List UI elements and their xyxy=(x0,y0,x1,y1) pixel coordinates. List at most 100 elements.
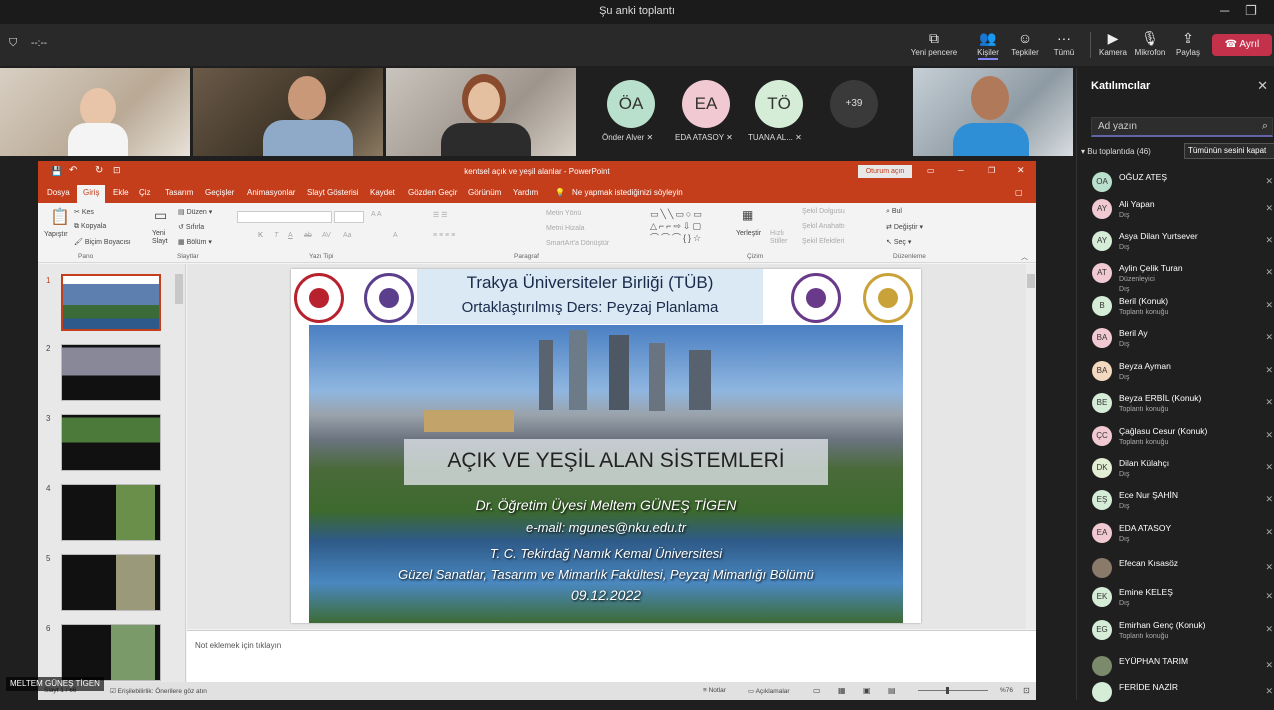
participant-row[interactable]: AY Asya Dilan Yurtsever Dış ✕ xyxy=(1077,227,1274,259)
canvas-scrollbar[interactable] xyxy=(1026,264,1036,629)
tab-transitions[interactable]: Geçişler xyxy=(205,188,234,197)
close-icon[interactable]: ✕ xyxy=(1257,78,1268,94)
participant-row[interactable]: BA Beyza Ayman Dış ✕ xyxy=(1077,357,1274,389)
shapes-gallery[interactable]: ▭╲╲▭○▭ △⌐⌐⇨⇩▢ ⌒⌒⌒{}☆ xyxy=(650,208,730,246)
video-tile-3[interactable] xyxy=(386,68,576,156)
shape-fill-button[interactable]: Şekil Dolgusu xyxy=(802,208,845,215)
slide-thumbnail-3[interactable] xyxy=(61,414,161,471)
participant-row[interactable]: EK Emine KELEŞ Dış ✕ xyxy=(1077,583,1274,615)
participant-row[interactable]: EŞ Ece Nur ŞAHİN Dış ✕ xyxy=(1077,486,1274,518)
slide-thumbnail-2[interactable] xyxy=(61,344,161,401)
participant-row[interactable]: FERİDE NAZİR ✕ xyxy=(1077,678,1274,710)
leave-button[interactable]: ☎ Ayrıl xyxy=(1212,34,1272,56)
slide-thumbnail-1[interactable] xyxy=(61,274,161,331)
find-button[interactable]: ⌕ Bul xyxy=(886,208,902,216)
case-button[interactable]: Aa xyxy=(343,232,352,239)
bold-button[interactable]: K xyxy=(258,232,263,239)
shape-outline-button[interactable]: Şekil Anahattı xyxy=(802,223,845,230)
tab-view[interactable]: Görünüm xyxy=(468,188,501,197)
copy-button[interactable]: ⧉ Kopyala xyxy=(74,223,106,231)
normal-view-icon[interactable]: ▭ xyxy=(813,686,821,695)
participant-row[interactable]: EG Emirhan Genç (Konuk) Toplantı konuğu ✕ xyxy=(1077,616,1274,648)
ppt-restore-icon[interactable]: ❐ xyxy=(988,166,995,175)
shape-effects-button[interactable]: Şekil Efektleri xyxy=(802,238,844,245)
minimize-icon[interactable]: ─ xyxy=(1220,3,1229,18)
avatar-onder-alver[interactable]: ÖA xyxy=(607,80,655,128)
tab-home[interactable]: Giriş xyxy=(83,188,99,197)
bullets-icon[interactable]: ☰ ☰ xyxy=(433,211,448,219)
layout-button[interactable]: ▤ Düzen ▾ xyxy=(178,208,212,216)
participant-row[interactable]: ÇC Çağlasu Cesur (Konuk) Toplantı konuğu ✕ xyxy=(1077,422,1274,454)
arrange-button[interactable]: Yerleştir xyxy=(736,230,761,237)
ppt-minimize-icon[interactable]: ─ xyxy=(958,166,964,175)
participant-row[interactable]: AY Ali Yapan Dış ✕ xyxy=(1077,195,1274,227)
notes-button[interactable]: ≡ Notlar xyxy=(703,687,726,694)
slide-thumbnail-4[interactable] xyxy=(61,484,161,541)
align-icon[interactable]: ≡ ≡ ≡ ≡ xyxy=(433,232,455,239)
collapse-ribbon-icon[interactable]: ︿ xyxy=(1021,252,1028,262)
tab-file[interactable]: Dosya xyxy=(47,188,70,197)
ppt-close-icon[interactable]: ✕ xyxy=(1017,165,1025,176)
mute-all-button[interactable]: Tümünün sesini kapat xyxy=(1184,143,1274,159)
participant-row[interactable]: DK Dilan Külahçı Dış ✕ xyxy=(1077,454,1274,486)
slide-thumbnail-5[interactable] xyxy=(61,554,161,611)
paste-button[interactable]: Yapıştır xyxy=(44,231,68,238)
restore-icon[interactable]: ❐ xyxy=(1245,3,1257,19)
avatar-eda-atasoy[interactable]: EA xyxy=(682,80,730,128)
new-slide-button[interactable]: Yeni Slayt xyxy=(152,230,174,246)
participant-row[interactable]: Efecan Kısasöz ✕ xyxy=(1077,554,1274,586)
zoom-slider[interactable] xyxy=(918,687,988,694)
zoom-level[interactable]: %76 xyxy=(1000,687,1013,694)
comments-button[interactable]: ▭ Açıklamalar xyxy=(748,687,790,695)
spacing-button[interactable]: AV xyxy=(322,232,331,239)
video-tile-2[interactable] xyxy=(193,68,383,156)
slideshow-view-icon[interactable]: ▤ xyxy=(888,686,896,695)
italic-button[interactable]: T xyxy=(274,232,278,239)
ribbon-display-icon[interactable]: ▭ xyxy=(927,166,935,175)
tab-record[interactable]: Kaydet xyxy=(370,188,395,197)
share-button[interactable]: ⇪ Paylaş xyxy=(1162,28,1214,57)
grow-font-icon[interactable]: A A xyxy=(371,211,382,218)
avatar-tuana[interactable]: TÖ xyxy=(755,80,803,128)
cut-button[interactable]: ✂ Kes xyxy=(74,208,94,216)
font-size-select[interactable] xyxy=(334,211,364,223)
underline-button[interactable]: A xyxy=(288,232,293,239)
accessibility-status[interactable]: ☑ Erişilebilirlik: Önerilere göz atın xyxy=(110,687,207,695)
participant-search-input[interactable]: Ad yazın ⌕ xyxy=(1091,117,1273,137)
tab-help[interactable]: Yardım xyxy=(513,188,538,197)
participant-row[interactable]: BA Beril Ay Dış ✕ xyxy=(1077,324,1274,356)
new-window-button[interactable]: ⧉ Yeni pencere xyxy=(908,28,960,57)
overflow-participants[interactable]: +39 xyxy=(830,80,878,128)
sorter-view-icon[interactable]: ▦ xyxy=(838,686,846,695)
participant-row[interactable]: EA EDA ATASOY Dış ✕ xyxy=(1077,519,1274,551)
format-painter-button[interactable]: 🖌 Biçim Boyacısı xyxy=(74,238,131,246)
align-text-button[interactable]: Metni Hizala xyxy=(546,225,585,232)
tab-design[interactable]: Tasarım xyxy=(165,188,193,197)
font-family-select[interactable] xyxy=(237,211,332,223)
slide-thumbnail-6[interactable] xyxy=(61,624,161,681)
in-meeting-section-header[interactable]: ▾ Bu toplantıda (46) xyxy=(1081,147,1151,156)
participant-row[interactable]: B Beril (Konuk) Toplantı konuğu ✕ xyxy=(1077,292,1274,324)
tab-insert[interactable]: Ekle xyxy=(113,188,129,197)
tell-me-box[interactable]: Ne yapmak istediğinizi söyleyin xyxy=(572,188,683,197)
more-button[interactable]: ··· Tümü xyxy=(1038,28,1090,57)
select-button[interactable]: ↖ Seç ▾ xyxy=(886,238,911,246)
reading-view-icon[interactable]: ▣ xyxy=(863,686,871,695)
quick-styles-button[interactable]: Hızlı Stiller xyxy=(770,230,794,246)
fit-window-icon[interactable]: ⊡ xyxy=(1023,686,1030,695)
tab-animations[interactable]: Animasyonlar xyxy=(247,188,295,197)
text-direction-button[interactable]: Metin Yönü xyxy=(546,210,581,217)
strike-button[interactable]: ab xyxy=(304,232,312,239)
video-tile-4[interactable] xyxy=(913,68,1073,156)
tab-draw[interactable]: Çiz xyxy=(139,188,151,197)
thumbnail-scrollbar[interactable] xyxy=(175,274,183,304)
font-color-button[interactable]: A xyxy=(393,232,398,239)
section-button[interactable]: ▦ Bölüm ▾ xyxy=(178,238,212,246)
tab-slideshow[interactable]: Slayt Gösterisi xyxy=(307,188,359,197)
notes-pane[interactable]: Not eklemek için tıklayın xyxy=(187,630,1036,682)
smartart-button[interactable]: SmartArt'a Dönüştür xyxy=(546,240,609,247)
tab-review[interactable]: Gözden Geçir xyxy=(408,188,457,197)
current-slide[interactable]: Trakya Üniversiteler Birliği (TÜB) Ortak… xyxy=(291,269,921,623)
reset-button[interactable]: ↺ Sıfırla xyxy=(178,223,204,231)
replace-button[interactable]: ⇄ Değiştir ▾ xyxy=(886,223,923,231)
